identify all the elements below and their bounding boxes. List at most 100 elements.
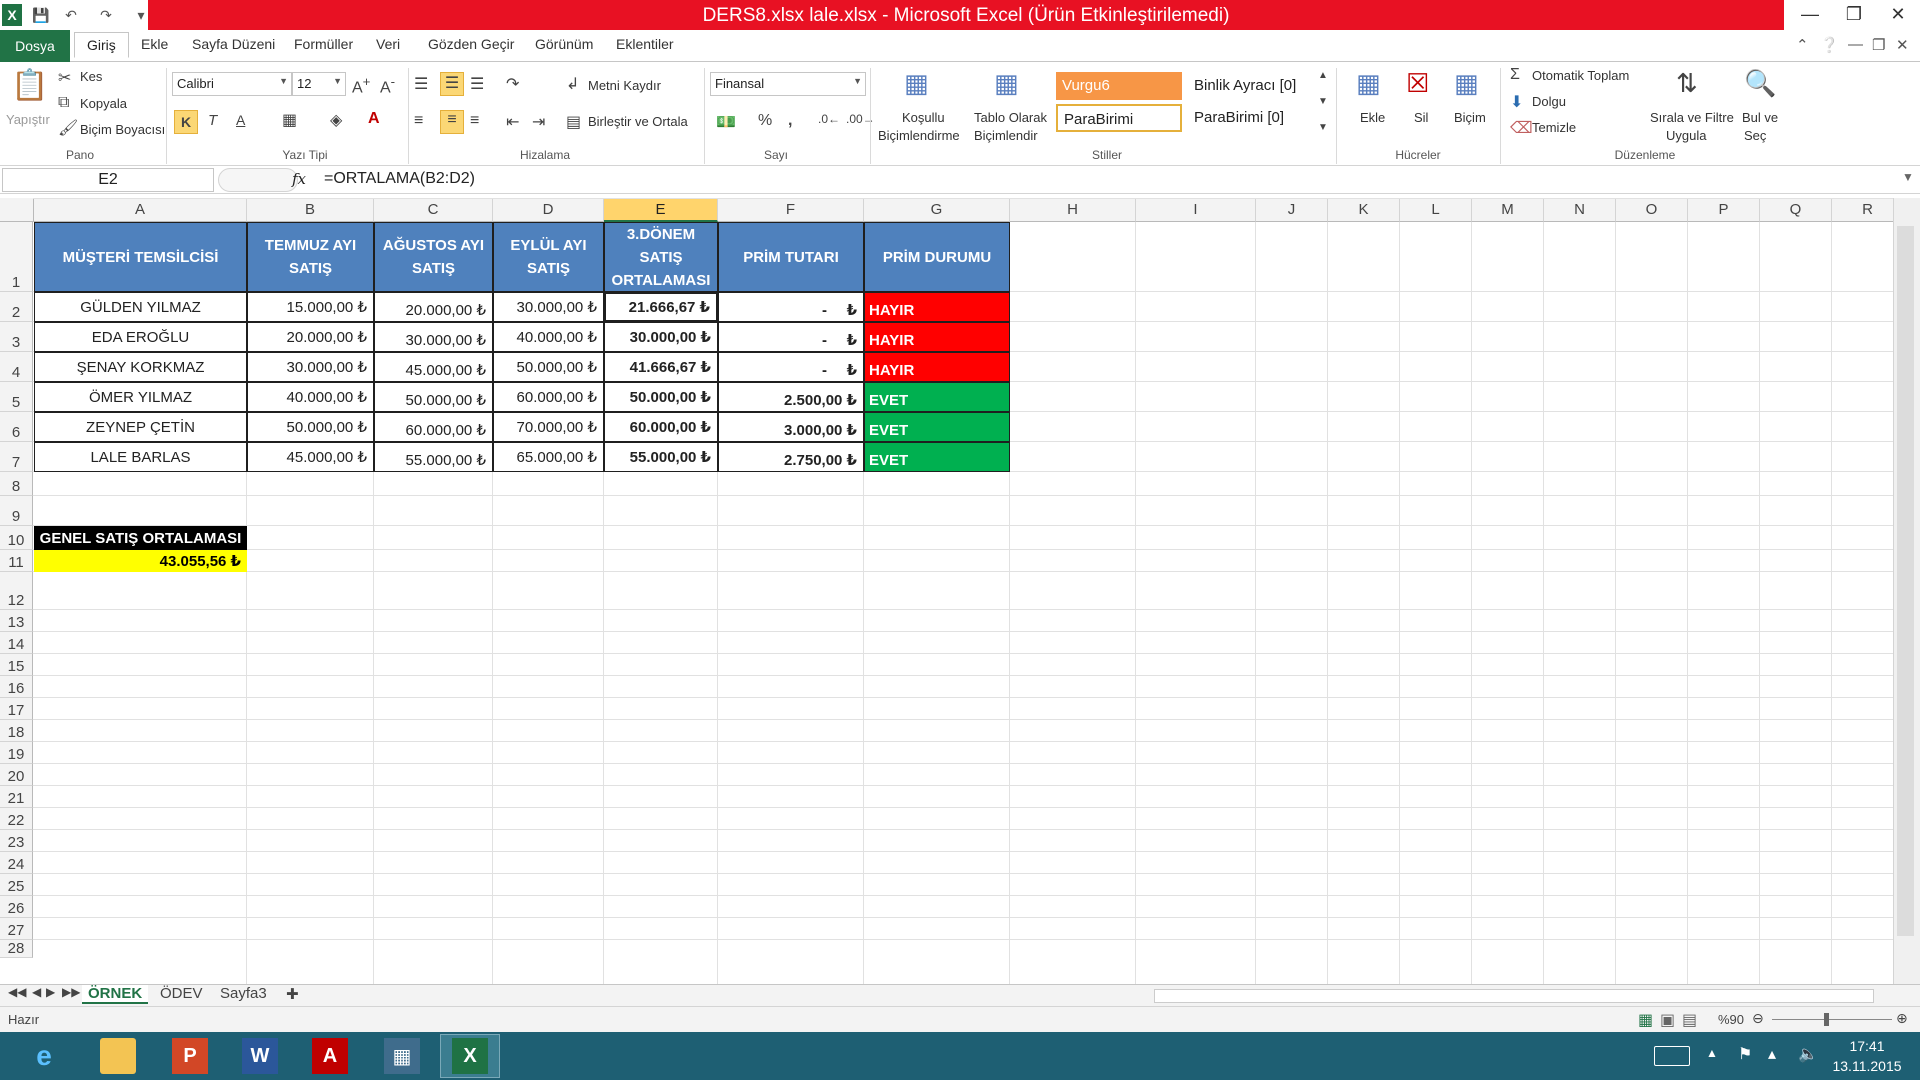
wrap-text-icon[interactable]: ↲: [566, 74, 579, 94]
sheet-tab-sayfa3[interactable]: Sayfa3: [220, 985, 267, 1002]
vertical-scroll-thumb[interactable]: [1897, 226, 1914, 936]
cut-button[interactable]: Kes: [80, 69, 102, 84]
keyboard-icon[interactable]: [1654, 1046, 1690, 1066]
merge-center-button[interactable]: Birleştir ve Ortala: [588, 114, 688, 129]
align-top-icon[interactable]: ☰: [414, 74, 428, 94]
cell-bonus-amount[interactable]: 3.000,00 ₺: [718, 412, 864, 442]
grow-font-icon[interactable]: A+: [352, 74, 370, 97]
clear-button[interactable]: Temizle: [1532, 120, 1576, 135]
taskbar-explorer[interactable]: [88, 1034, 148, 1078]
row-header-28[interactable]: 28: [0, 940, 33, 958]
save-icon[interactable]: 💾: [30, 4, 52, 26]
workbook-minimize-icon[interactable]: —: [1848, 36, 1863, 53]
header-bonus-status[interactable]: PRİM DURUMU: [864, 222, 1010, 292]
style-comma0[interactable]: Binlik Ayracı [0]: [1188, 72, 1314, 100]
number-format-combo[interactable]: Finansal ▼: [710, 72, 866, 96]
horizontal-scrollbar[interactable]: [1154, 989, 1874, 1003]
row-header-6[interactable]: 6: [0, 412, 33, 442]
format-cells-icon[interactable]: ▦: [1454, 68, 1479, 99]
row-header-11[interactable]: 11: [0, 550, 33, 572]
row-header-7[interactable]: 7: [0, 442, 33, 472]
row-header-25[interactable]: 25: [0, 874, 33, 896]
column-header-h[interactable]: H: [1010, 198, 1136, 222]
underline-button[interactable]: A: [236, 112, 245, 128]
fill-button[interactable]: Dolgu: [1532, 94, 1566, 109]
increase-indent-icon[interactable]: ⇥: [532, 112, 545, 132]
cell-bonus-status[interactable]: HAYIR: [864, 352, 1010, 382]
workbook-close-icon[interactable]: ✕: [1896, 36, 1909, 54]
row-header-2[interactable]: 2: [0, 292, 33, 322]
autosum-icon[interactable]: Σ: [1510, 66, 1520, 84]
font-color-icon[interactable]: A: [368, 110, 380, 128]
column-header-m[interactable]: M: [1472, 198, 1544, 222]
font-name-combo[interactable]: Calibri ▼: [172, 72, 292, 96]
styles-scroll-down-icon[interactable]: ▼: [1318, 96, 1328, 107]
format-as-table-label-1[interactable]: Tablo Olarak: [974, 110, 1047, 125]
column-header-o[interactable]: O: [1616, 198, 1688, 222]
borders-icon[interactable]: ▦: [282, 110, 297, 130]
wrap-text-button[interactable]: Metni Kaydır: [588, 78, 661, 93]
italic-button[interactable]: T: [208, 112, 217, 129]
cell-bonus-status[interactable]: EVET: [864, 442, 1010, 472]
tab-insert[interactable]: Ekle: [141, 36, 168, 52]
normal-view-icon[interactable]: ▦: [1638, 1010, 1653, 1030]
sort-filter-icon[interactable]: ⇅: [1676, 68, 1698, 99]
cell-period-average[interactable]: 60.000,00 ₺: [604, 412, 718, 442]
header-september-sales[interactable]: EYLÜL AYI SATIŞ: [493, 222, 604, 292]
cell-representative-name[interactable]: LALE BARLAS: [34, 442, 247, 472]
network-icon[interactable]: ▴: [1768, 1044, 1776, 1064]
cell-bonus-amount[interactable]: ₺ -: [718, 292, 864, 322]
excel-logo-icon[interactable]: X: [2, 4, 22, 26]
increase-decimal-icon[interactable]: .0←: [818, 112, 840, 126]
zoom-slider-thumb[interactable]: [1824, 1013, 1829, 1026]
cell-july-sales[interactable]: 50.000,00 ₺: [247, 412, 374, 442]
page-break-view-icon[interactable]: ▤: [1682, 1010, 1697, 1030]
cell-july-sales[interactable]: 30.000,00 ₺: [247, 352, 374, 382]
action-center-icon[interactable]: ⚑: [1738, 1044, 1752, 1064]
cell-representative-name[interactable]: EDA EROĞLU: [34, 322, 247, 352]
insert-cells-button[interactable]: Ekle: [1360, 110, 1385, 125]
row-header-5[interactable]: 5: [0, 382, 33, 412]
cell-august-sales[interactable]: 45.000,00 ₺: [374, 352, 493, 382]
zoom-slider[interactable]: [1772, 1019, 1892, 1020]
paste-button[interactable]: Yapıştır: [6, 112, 50, 127]
merge-center-icon[interactable]: ▤: [566, 112, 581, 132]
find-select-label-2[interactable]: Seç: [1744, 128, 1766, 143]
row-header-10[interactable]: 10: [0, 526, 33, 550]
row-header-14[interactable]: 14: [0, 632, 33, 654]
last-sheet-icon[interactable]: ▶▶: [62, 985, 80, 999]
header-august-sales[interactable]: AĞUSTOS AYI SATIŞ: [374, 222, 493, 292]
cell-bonus-status[interactable]: HAYIR: [864, 292, 1010, 322]
align-bottom-icon[interactable]: ☰: [470, 74, 484, 94]
insert-cells-icon[interactable]: ▦: [1356, 68, 1381, 99]
header-bonus-amount[interactable]: PRİM TUTARI: [718, 222, 864, 292]
cell-bonus-status[interactable]: EVET: [864, 382, 1010, 412]
cell-september-sales[interactable]: 30.000,00 ₺: [493, 292, 604, 322]
cell-period-average[interactable]: 41.666,67 ₺: [604, 352, 718, 382]
row-header-27[interactable]: 27: [0, 918, 33, 940]
align-left-icon[interactable]: ≡: [414, 112, 423, 130]
cell-representative-name[interactable]: GÜLDEN YILMAZ: [34, 292, 247, 322]
row-header-26[interactable]: 26: [0, 896, 33, 918]
column-header-j[interactable]: J: [1256, 198, 1328, 222]
styles-scroll-up-icon[interactable]: ▲: [1318, 70, 1328, 81]
sort-filter-label-1[interactable]: Sırala ve Filtre: [1650, 110, 1734, 125]
column-header-p[interactable]: P: [1688, 198, 1760, 222]
taskbar-acrobat[interactable]: A: [300, 1034, 360, 1078]
cell-bonus-status[interactable]: EVET: [864, 412, 1010, 442]
sort-filter-label-2[interactable]: Uygula: [1666, 128, 1706, 143]
format-as-table-label-2[interactable]: Biçimlendir: [974, 128, 1038, 143]
taskbar-excel[interactable]: X: [440, 1034, 500, 1078]
row-header-16[interactable]: 16: [0, 676, 33, 698]
cell-period-average[interactable]: 50.000,00 ₺: [604, 382, 718, 412]
find-select-icon[interactable]: 🔍: [1744, 68, 1776, 99]
summary-value[interactable]: 43.055,56 ₺: [34, 550, 247, 572]
tab-formulas[interactable]: Formüller: [294, 36, 353, 52]
zoom-out-icon[interactable]: ⊖: [1752, 1010, 1764, 1027]
restore-icon[interactable]: ❐: [1832, 0, 1876, 30]
align-right-icon[interactable]: ≡: [470, 112, 479, 130]
row-header-17[interactable]: 17: [0, 698, 33, 720]
tab-home[interactable]: Giriş: [74, 32, 129, 58]
cell-bonus-amount[interactable]: 2.500,00 ₺: [718, 382, 864, 412]
undo-icon[interactable]: ↶: [60, 4, 82, 26]
